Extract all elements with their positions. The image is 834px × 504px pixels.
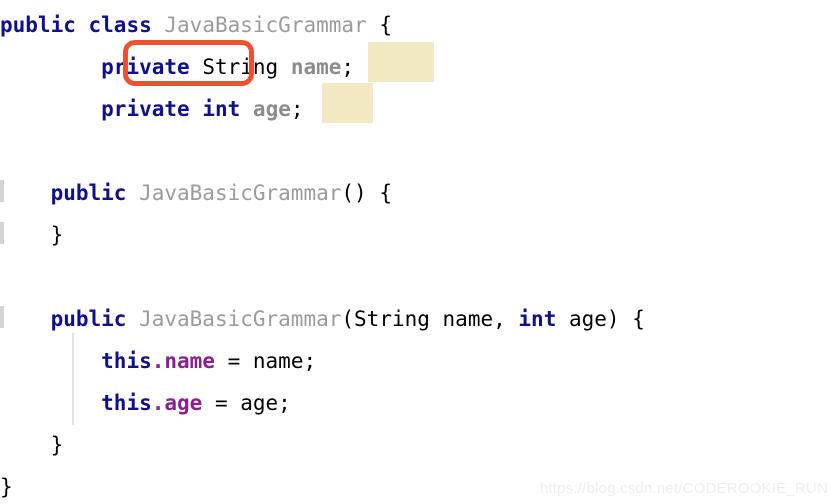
token-plain-5: [240, 97, 253, 121]
token-plain-5: = age;: [202, 391, 291, 415]
code-line-text: public class JavaBasicGrammar {: [0, 13, 392, 37]
token-field-3: .: [151, 391, 165, 415]
token-plain-7: ;: [290, 97, 304, 121]
watermark: https://blog.csdn.net/CODEROOKIE_RUN: [539, 480, 828, 497]
token-plain-4: [152, 13, 165, 37]
code-line-10[interactable]: this.age = age;: [0, 382, 291, 424]
token-kw-2: this: [101, 391, 152, 415]
code-line-text: public JavaBasicGrammar(String name, int…: [0, 307, 645, 331]
code-line-text: this.age = age;: [0, 391, 291, 415]
token-plain-1: }: [0, 475, 13, 499]
token-kw-3: class: [88, 13, 152, 37]
token-plain-3: [190, 97, 203, 121]
token-plain-4: String: [202, 55, 279, 79]
token-plain-5: () {: [341, 181, 392, 205]
code-line-text: private String name;: [0, 55, 354, 79]
token-kw-2: private: [101, 55, 190, 79]
token-plain-7: ;: [341, 55, 355, 79]
token-plain-1: [0, 391, 101, 415]
token-plain-3: [126, 181, 139, 205]
code-line-text: public JavaBasicGrammar() {: [0, 181, 392, 205]
code-line-12[interactable]: }: [0, 466, 13, 504]
token-field-4: name: [164, 349, 215, 373]
occurrence-highlight-age: [322, 83, 373, 123]
code-line-6[interactable]: }: [0, 214, 64, 256]
code-line-11[interactable]: }: [0, 424, 64, 466]
token-plain-2: [76, 13, 89, 37]
token-kw-2: public: [50, 181, 127, 205]
token-kw-1: public: [0, 13, 76, 37]
code-line-3[interactable]: private int age;: [0, 88, 304, 130]
token-plain-3: [126, 307, 139, 331]
code-line-text: }: [0, 223, 64, 247]
token-plain-1: }: [0, 223, 64, 247]
code-line-5[interactable]: public JavaBasicGrammar() {: [0, 172, 392, 214]
code-line-text: }: [0, 475, 13, 499]
token-kw-2: public: [50, 307, 127, 331]
token-kw-6: int: [518, 307, 557, 331]
token-plain-3: [190, 55, 203, 79]
code-line-text: private int age;: [0, 97, 304, 121]
token-hl-6: name: [290, 55, 342, 79]
token-type-5: JavaBasicGrammar: [164, 13, 367, 37]
token-plain-5: (String name,: [341, 307, 519, 331]
code-line-9[interactable]: this.name = name;: [0, 340, 316, 382]
token-field-4: age: [164, 391, 203, 415]
token-plain-5: [278, 55, 291, 79]
token-plain-1: [0, 97, 101, 121]
token-plain-1: [0, 349, 101, 373]
token-type-4: JavaBasicGrammar: [139, 307, 342, 331]
token-plain-1: [0, 55, 101, 79]
occurrence-highlight-name: [368, 42, 434, 82]
token-plain-6: {: [366, 13, 392, 37]
code-line-1[interactable]: public class JavaBasicGrammar {: [0, 4, 392, 46]
code-line-text: this.name = name;: [0, 349, 316, 373]
token-kw-2: private: [101, 97, 190, 121]
token-plain-5: = name;: [214, 349, 317, 373]
code-line-text: }: [0, 433, 64, 457]
token-field-3: .: [151, 349, 165, 373]
token-kw-4: int: [202, 97, 241, 121]
code-line-2[interactable]: private String name;: [0, 46, 354, 88]
token-plain-7: age) {: [556, 307, 645, 331]
token-kw-2: this: [101, 349, 152, 373]
token-plain-1: }: [0, 433, 64, 457]
code-line-8[interactable]: public JavaBasicGrammar(String name, int…: [0, 298, 645, 340]
token-hl-6: age: [252, 97, 291, 121]
token-type-4: JavaBasicGrammar: [139, 181, 342, 205]
token-plain-1: [0, 181, 51, 205]
token-plain-1: [0, 307, 51, 331]
code-editor-screenshot: public class JavaBasicGrammar { private …: [0, 0, 834, 504]
